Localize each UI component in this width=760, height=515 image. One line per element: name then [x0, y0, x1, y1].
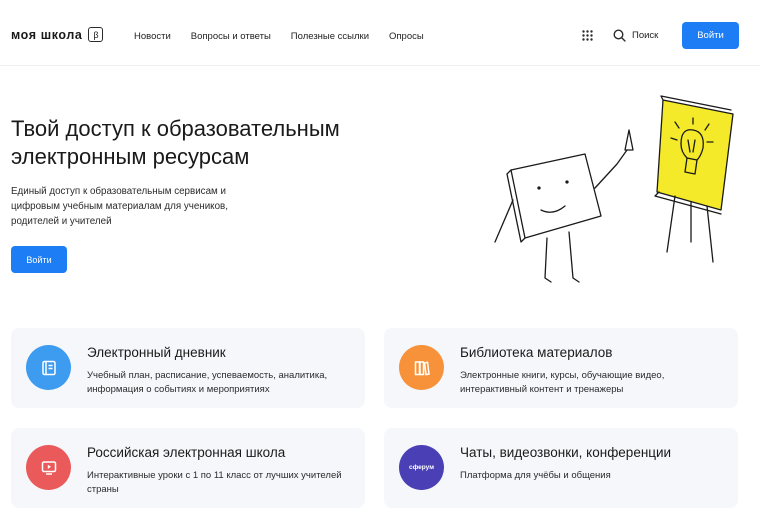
- nav-item-polls[interactable]: Опросы: [389, 31, 424, 42]
- card-description: Интерактивные уроки с 1 по 11 класс от л…: [87, 470, 342, 495]
- diary-icon: [26, 345, 71, 390]
- beta-badge: β: [88, 27, 104, 42]
- sferum-icon: сферум: [399, 445, 444, 490]
- header-login-button[interactable]: Войти: [682, 22, 739, 49]
- nav-item-news[interactable]: Новости: [134, 31, 171, 42]
- card-title: Электронный дневник: [87, 345, 226, 360]
- top-header: моя школа β Новости Вопросы и ответы Пол…: [0, 0, 760, 66]
- main-nav: Новости Вопросы и ответы Полезные ссылки…: [134, 31, 444, 42]
- search-button[interactable]: Поиск: [613, 29, 658, 42]
- hero-login-button[interactable]: Войти: [11, 246, 67, 273]
- logo-text: моя школа: [11, 27, 83, 42]
- card-description: Учебный план, расписание, успеваемость, …: [87, 370, 328, 395]
- nav-item-faq[interactable]: Вопросы и ответы: [191, 31, 271, 42]
- hero-title: Твой доступ к образовательным электронны…: [11, 116, 340, 169]
- card-description: Платформа для учёбы и общения: [460, 470, 611, 481]
- search-icon: [613, 29, 626, 42]
- sferum-logo-text: сферум: [408, 464, 435, 471]
- hero-subtitle: Единый доступ к образовательным сервисам…: [11, 186, 228, 227]
- card-title: Библиотека материалов: [460, 345, 613, 360]
- site-logo[interactable]: моя школа β: [11, 27, 104, 42]
- apps-grid-icon[interactable]: [582, 30, 593, 41]
- search-label: Поиск: [632, 30, 659, 41]
- card-title: Российская электронная школа: [87, 445, 286, 460]
- card-electronic-diary[interactable]: Электронный дневник Учебный план, распис…: [11, 328, 365, 408]
- nav-item-links[interactable]: Полезные ссылки: [291, 31, 369, 42]
- card-description: Электронные книги, курсы, обучающие виде…: [460, 370, 665, 395]
- play-screen-icon: [26, 445, 71, 490]
- card-title: Чаты, видеозвонки, конференции: [460, 445, 672, 460]
- books-icon: [399, 345, 444, 390]
- card-russian-school[interactable]: Российская электронная школа Интерактивн…: [11, 428, 365, 508]
- card-materials-library[interactable]: Библиотека материалов Электронные книги,…: [384, 328, 738, 408]
- hero-illustration: [494, 95, 734, 283]
- card-chats-video[interactable]: сферум Чаты, видеозвонки, конференции Пл…: [384, 428, 738, 508]
